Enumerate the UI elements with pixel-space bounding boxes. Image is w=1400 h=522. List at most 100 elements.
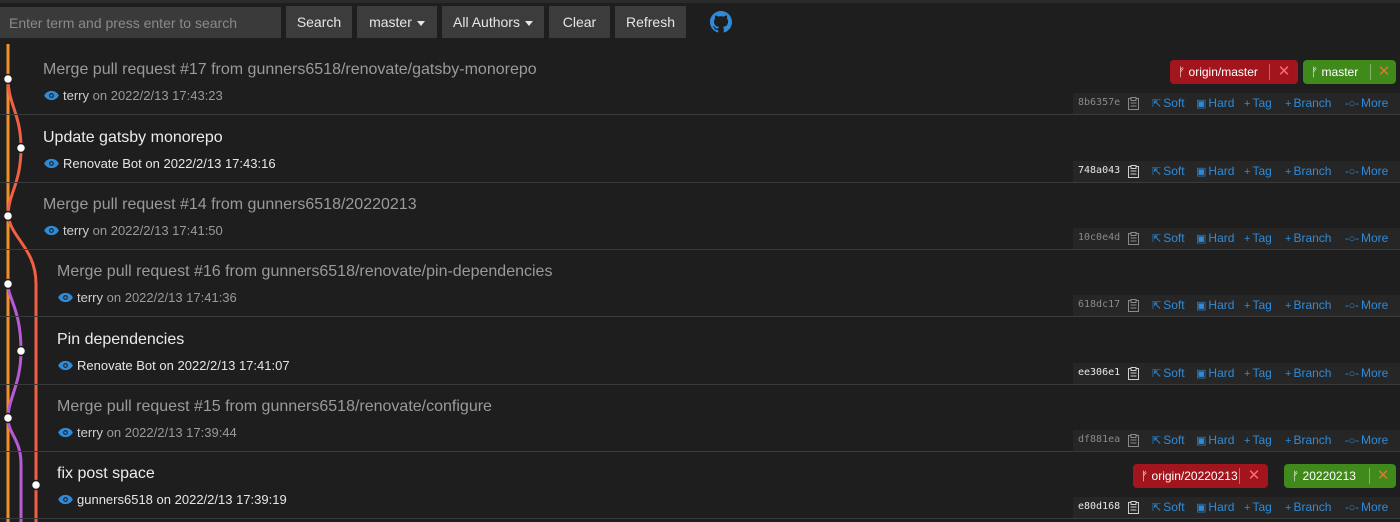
commit-author: Renovate Bot — [77, 358, 156, 373]
eye-icon[interactable] — [58, 494, 73, 505]
hard-reset-button[interactable]: ▣ Hard — [1196, 433, 1234, 447]
commit-meta: terry on 2022/2/13 17:43:23 — [44, 88, 223, 103]
more-button[interactable]: -○- More — [1345, 298, 1388, 312]
add-tag-button[interactable]: + Tag — [1244, 366, 1272, 380]
eye-icon[interactable] — [58, 292, 73, 303]
soft-reset-button[interactable]: ⇱ Soft — [1152, 231, 1185, 245]
commit-row[interactable]: Merge pull request #16 from gunners6518/… — [0, 250, 1400, 317]
ref-badge-local[interactable]: ᚠ master ✕ — [1303, 60, 1396, 84]
soft-reset-button[interactable]: ⇱ Soft — [1152, 366, 1185, 380]
eye-icon[interactable] — [44, 158, 59, 169]
hard-reset-button[interactable]: ▣ Hard — [1196, 164, 1234, 178]
add-tag-button[interactable]: + Tag — [1244, 231, 1272, 245]
delete-ref-icon[interactable]: ✕ — [1372, 464, 1394, 488]
add-branch-button[interactable]: + Branch — [1285, 433, 1331, 447]
copy-icon[interactable] — [1128, 501, 1139, 514]
ref-badge-remote[interactable]: ᚠ origin/20220213 ✕ — [1133, 464, 1268, 488]
soft-reset-button[interactable]: ⇱ Soft — [1152, 298, 1185, 312]
add-branch-button[interactable]: + Branch — [1285, 366, 1331, 380]
soft-reset-icon: ⇱ — [1152, 166, 1162, 178]
hard-reset-button[interactable]: ▣ Hard — [1196, 500, 1234, 514]
copy-icon[interactable] — [1128, 165, 1139, 178]
add-tag-button[interactable]: + Tag — [1244, 433, 1272, 447]
tag-label: Tag — [1252, 298, 1272, 312]
delete-ref-icon[interactable]: ✕ — [1373, 60, 1395, 84]
eye-icon[interactable] — [44, 90, 59, 101]
eye-icon[interactable] — [44, 225, 59, 236]
more-button[interactable]: -○- More — [1345, 96, 1388, 110]
add-branch-button[interactable]: + Branch — [1285, 500, 1331, 514]
commit-row[interactable]: Update gatsby monorepo Renovate Bot on 2… — [0, 116, 1400, 183]
eye-icon[interactable] — [58, 427, 73, 438]
github-icon[interactable] — [710, 11, 732, 33]
plus-icon: + — [1244, 502, 1251, 514]
clear-button[interactable]: Clear — [549, 6, 610, 38]
more-label: More — [1360, 298, 1389, 312]
copy-icon[interactable] — [1128, 232, 1139, 245]
commit-hash[interactable]: 8b6357e — [1078, 97, 1120, 108]
add-branch-button[interactable]: + Branch — [1285, 298, 1331, 312]
add-branch-button[interactable]: + Branch — [1285, 96, 1331, 110]
commit-message: Merge pull request #17 from gunners6518/… — [43, 61, 537, 78]
add-tag-button[interactable]: + Tag — [1244, 500, 1272, 514]
soft-label: Soft — [1163, 366, 1185, 380]
tag-label: Tag — [1252, 366, 1272, 380]
commit-row[interactable]: fix post space gunners6518 on 2022/2/13 … — [0, 452, 1400, 519]
copy-icon[interactable] — [1128, 97, 1139, 110]
commit-hash[interactable]: 10c0e4d — [1078, 232, 1120, 243]
ref-badge-remote[interactable]: ᚠ origin/master ✕ — [1170, 60, 1298, 84]
delete-ref-icon[interactable]: ✕ — [1243, 464, 1265, 488]
refresh-button[interactable]: Refresh — [615, 6, 686, 38]
commit-row[interactable]: Merge pull request #14 from gunners6518/… — [0, 183, 1400, 250]
delete-ref-icon[interactable]: ✕ — [1273, 60, 1295, 84]
more-label: More — [1360, 164, 1389, 178]
commit-row[interactable]: Pin dependencies Renovate Bot on 2022/2/… — [0, 318, 1400, 385]
copy-icon[interactable] — [1128, 434, 1139, 447]
plus-icon: + — [1285, 233, 1292, 245]
soft-reset-button[interactable]: ⇱ Soft — [1152, 433, 1185, 447]
more-button[interactable]: -○- More — [1345, 500, 1388, 514]
add-tag-button[interactable]: + Tag — [1244, 96, 1272, 110]
commit-hash[interactable]: 748a043 — [1078, 165, 1120, 176]
authors-dropdown[interactable]: All Authors — [442, 6, 544, 38]
eye-icon[interactable] — [58, 360, 73, 371]
copy-icon[interactable] — [1128, 299, 1139, 312]
hard-reset-button[interactable]: ▣ Hard — [1196, 298, 1234, 312]
branch-label: Branch — [1293, 500, 1332, 514]
commit-hash[interactable]: ee306e1 — [1078, 367, 1120, 378]
tag-label: Tag — [1252, 231, 1272, 245]
copy-icon[interactable] — [1128, 367, 1139, 380]
commit-hash[interactable]: df881ea — [1078, 434, 1120, 445]
more-button[interactable]: -○- More — [1345, 433, 1388, 447]
ref-badge-local[interactable]: ᚠ 20220213 ✕ — [1284, 464, 1396, 488]
soft-reset-button[interactable]: ⇱ Soft — [1152, 96, 1185, 110]
commit-icon: -○- — [1345, 166, 1359, 178]
add-branch-button[interactable]: + Branch — [1285, 164, 1331, 178]
commit-row[interactable]: Merge pull request #17 from gunners6518/… — [0, 48, 1400, 115]
hard-reset-button[interactable]: ▣ Hard — [1196, 96, 1234, 110]
ref-badge-label: ᚠ master — [1311, 60, 1358, 84]
add-tag-button[interactable]: + Tag — [1244, 298, 1272, 312]
commit-hash[interactable]: e80d168 — [1078, 501, 1120, 512]
more-button[interactable]: -○- More — [1345, 366, 1388, 380]
branch-dropdown[interactable]: master — [357, 6, 437, 38]
search-button[interactable]: Search — [286, 6, 352, 38]
add-branch-button[interactable]: + Branch — [1285, 231, 1331, 245]
more-button[interactable]: -○- More — [1345, 231, 1388, 245]
commit-actions: df881ea ⇱ Soft ▣ Hard + Tag + Branch -○- More — [1073, 430, 1400, 451]
ref-badge-label: ᚠ origin/master — [1178, 60, 1258, 84]
tag-label: Tag — [1252, 433, 1272, 447]
commit-hash[interactable]: 618dc17 — [1078, 299, 1120, 310]
commit-row[interactable]: Merge pull request #15 from gunners6518/… — [0, 385, 1400, 452]
hard-reset-button[interactable]: ▣ Hard — [1196, 231, 1234, 245]
more-button[interactable]: -○- More — [1345, 164, 1388, 178]
soft-reset-button[interactable]: ⇱ Soft — [1152, 500, 1185, 514]
hard-label: Hard — [1208, 164, 1235, 178]
soft-reset-button[interactable]: ⇱ Soft — [1152, 164, 1185, 178]
commit-author: terry — [77, 290, 103, 305]
add-tag-button[interactable]: + Tag — [1244, 164, 1272, 178]
hard-reset-button[interactable]: ▣ Hard — [1196, 366, 1234, 380]
commit-on: on — [106, 290, 122, 305]
search-input[interactable] — [0, 7, 281, 38]
plus-icon: + — [1244, 233, 1251, 245]
